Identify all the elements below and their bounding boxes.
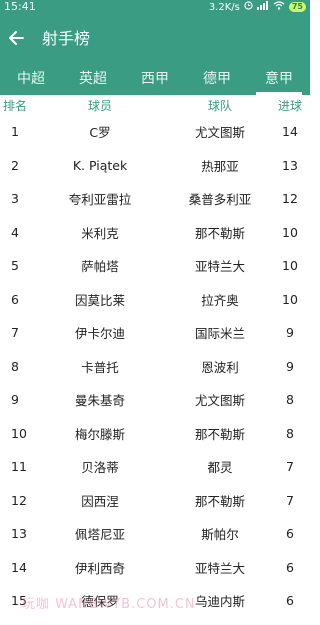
player-cell: 佩塔尼亚 bbox=[74, 527, 125, 543]
goals-cell: 12 bbox=[282, 191, 298, 207]
tab-serie-a[interactable]: 意甲 bbox=[248, 64, 310, 95]
table-row[interactable]: 1 C罗 尤文图斯 14 bbox=[0, 115, 310, 149]
rank-cell: 11 bbox=[11, 459, 27, 475]
player-cell: 因莫比莱 bbox=[74, 292, 125, 308]
rank-cell: 1 bbox=[11, 124, 19, 140]
app-bar: 射手榜 bbox=[0, 14, 310, 64]
player-cell: 因西涅 bbox=[81, 493, 119, 509]
team-cell: 亚特兰大 bbox=[194, 259, 245, 275]
rank-cell: 5 bbox=[11, 258, 19, 274]
goals-cell: 8 bbox=[286, 392, 294, 408]
player-cell: 伊利西奇 bbox=[74, 560, 125, 576]
player-cell: 卡普托 bbox=[81, 359, 119, 375]
team-cell: 斯帕尔 bbox=[201, 527, 239, 543]
wifi-icon bbox=[273, 1, 285, 13]
team-cell: 尤文图斯 bbox=[194, 393, 245, 409]
rank-cell: 10 bbox=[11, 425, 27, 441]
goals-cell: 7 bbox=[286, 459, 294, 475]
player-cell: 夸利亚雷拉 bbox=[68, 192, 132, 208]
rank-cell: 2 bbox=[11, 157, 19, 173]
player-cell: 伊卡尔迪 bbox=[74, 326, 125, 342]
player-cell: 德保罗 bbox=[81, 594, 119, 610]
team-cell: 桑普多利亚 bbox=[188, 192, 252, 208]
rank-cell: 14 bbox=[11, 559, 27, 575]
goals-cell: 7 bbox=[286, 492, 294, 508]
rank-cell: 4 bbox=[11, 224, 19, 240]
team-cell: 拉齐奥 bbox=[201, 292, 239, 308]
team-cell: 热那亚 bbox=[201, 158, 239, 174]
table-row[interactable]: 8 卡普托 恩波利 9 bbox=[0, 350, 310, 384]
player-cell: K. Piątek bbox=[72, 157, 128, 173]
tab-premier-league[interactable]: 英超 bbox=[62, 64, 124, 95]
status-icons: 3.2K/s 75 bbox=[209, 0, 306, 14]
rank-cell: 12 bbox=[11, 492, 27, 508]
player-cell: 贝洛蒂 bbox=[81, 460, 119, 476]
team-cell: 亚特兰大 bbox=[194, 560, 245, 576]
signal-icon bbox=[256, 1, 269, 13]
table-row[interactable]: 14 伊利西奇 亚特兰大 6 bbox=[0, 551, 310, 585]
status-time: 15:41 bbox=[4, 0, 36, 13]
tab-la-liga[interactable]: 西甲 bbox=[124, 64, 186, 95]
rank-cell: 7 bbox=[11, 325, 19, 341]
table-row[interactable]: 10 梅尔滕斯 那不勒斯 8 bbox=[0, 417, 310, 451]
table-header: 排名 球员 球队 进球 bbox=[0, 95, 310, 115]
league-tabs: 中超 英超 西甲 德甲 意甲 bbox=[0, 64, 310, 95]
player-cell: C罗 bbox=[89, 125, 111, 141]
header-rank: 排名 bbox=[3, 98, 28, 113]
rank-cell: 15 bbox=[11, 593, 27, 609]
table-row[interactable]: 5 萨帕塔 亚特兰大 10 bbox=[0, 249, 310, 283]
network-speed: 3.2K/s bbox=[208, 1, 240, 13]
rank-cell: 3 bbox=[11, 191, 19, 207]
tab-bundesliga[interactable]: 德甲 bbox=[186, 64, 248, 95]
scorers-list: 1 C罗 尤文图斯 14 2 K. Piątek 热那亚 13 3 夸利亚雷拉 桑普多利亚 12 … bbox=[0, 115, 310, 618]
header-goals: 进球 bbox=[277, 98, 302, 113]
team-cell: 乌迪内斯 bbox=[194, 594, 245, 610]
table-row[interactable]: 6 因莫比莱 拉齐奥 10 bbox=[0, 283, 310, 317]
rank-cell: 6 bbox=[11, 291, 19, 307]
team-cell: 尤文图斯 bbox=[194, 125, 245, 141]
goals-cell: 13 bbox=[282, 157, 298, 173]
player-cell: 米利克 bbox=[81, 225, 119, 241]
goals-cell: 14 bbox=[282, 124, 298, 140]
rank-cell: 9 bbox=[11, 392, 19, 408]
goals-cell: 9 bbox=[286, 325, 294, 341]
goals-cell: 6 bbox=[286, 526, 294, 542]
player-cell: 萨帕塔 bbox=[81, 259, 119, 275]
team-cell: 都灵 bbox=[207, 460, 233, 476]
page-title: 射手榜 bbox=[42, 29, 91, 48]
rank-cell: 8 bbox=[11, 358, 19, 374]
header-player: 球员 bbox=[87, 98, 112, 113]
goals-cell: 10 bbox=[282, 258, 298, 274]
tab-csl[interactable]: 中超 bbox=[0, 64, 62, 95]
goals-cell: 6 bbox=[286, 559, 294, 575]
clock-icon bbox=[244, 1, 253, 13]
player-cell: 梅尔滕斯 bbox=[74, 426, 125, 442]
rank-cell: 13 bbox=[11, 526, 27, 542]
goals-cell: 9 bbox=[286, 358, 294, 374]
table-row[interactable]: 12 因西涅 那不勒斯 7 bbox=[0, 484, 310, 518]
team-cell: 恩波利 bbox=[201, 359, 239, 375]
goals-cell: 6 bbox=[286, 593, 294, 609]
goals-cell: 10 bbox=[282, 291, 298, 307]
team-cell: 国际米兰 bbox=[194, 326, 245, 342]
table-row[interactable]: 3 夸利亚雷拉 桑普多利亚 12 bbox=[0, 182, 310, 216]
table-row[interactable]: 11 贝洛蒂 都灵 7 bbox=[0, 450, 310, 484]
team-cell: 那不勒斯 bbox=[194, 225, 245, 241]
table-row[interactable]: 13 佩塔尼亚 斯帕尔 6 bbox=[0, 517, 310, 551]
status-bar: 15:41 3.2K/s 75 bbox=[0, 0, 310, 14]
header-team: 球队 bbox=[207, 98, 232, 113]
team-cell: 那不勒斯 bbox=[194, 493, 245, 509]
goals-cell: 8 bbox=[286, 425, 294, 441]
goals-cell: 10 bbox=[282, 224, 298, 240]
back-arrow-icon[interactable] bbox=[8, 26, 26, 50]
table-row[interactable]: 15 德保罗 乌迪内斯 6 bbox=[0, 584, 310, 618]
team-cell: 那不勒斯 bbox=[194, 426, 245, 442]
battery-indicator: 75 bbox=[288, 2, 306, 12]
table-row[interactable]: 2 K. Piątek 热那亚 13 bbox=[0, 149, 310, 183]
player-cell: 曼朱基奇 bbox=[74, 393, 125, 409]
table-row[interactable]: 9 曼朱基奇 尤文图斯 8 bbox=[0, 383, 310, 417]
table-row[interactable]: 4 米利克 那不勒斯 10 bbox=[0, 216, 310, 250]
table-row[interactable]: 7 伊卡尔迪 国际米兰 9 bbox=[0, 316, 310, 350]
